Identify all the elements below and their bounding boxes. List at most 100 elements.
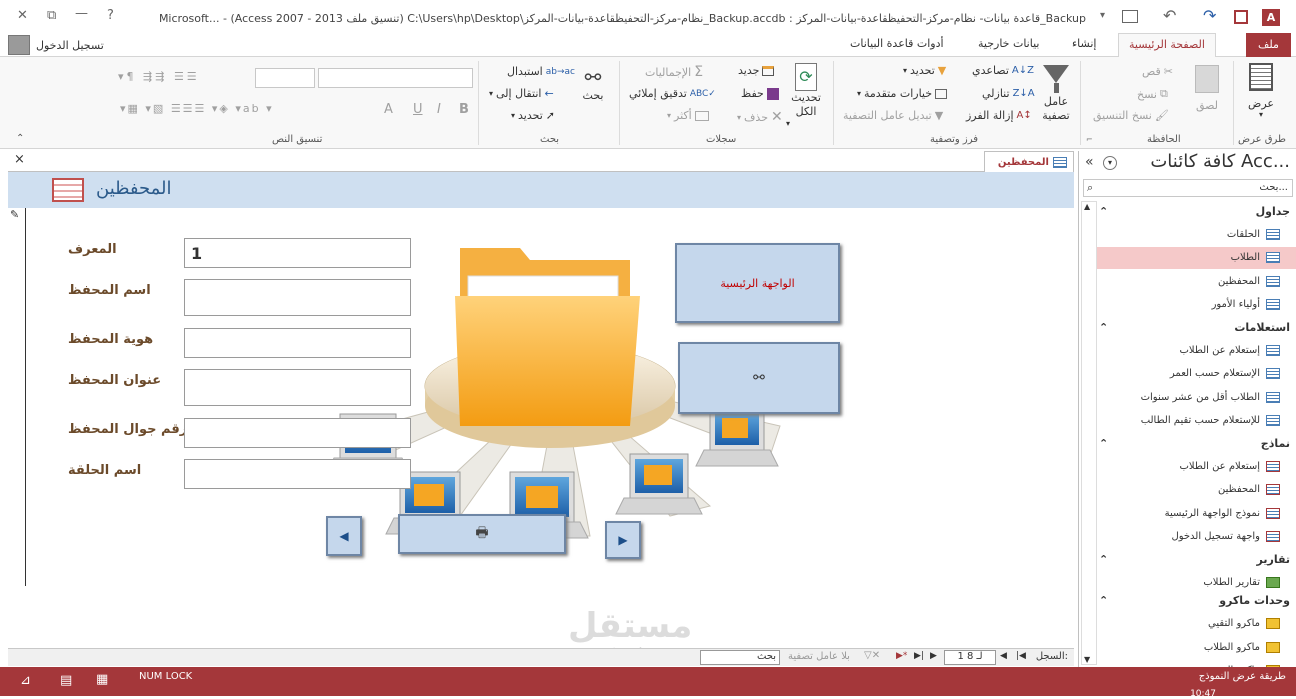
nav-group-header[interactable]: ⌃ نماذج	[1099, 433, 1290, 453]
advanced-filter-button[interactable]: ▾ خيارات متقدمة	[857, 87, 948, 100]
main-ui-button[interactable]: الواجهة الرئيسية	[675, 243, 840, 323]
login-label[interactable]: تسجيل الدخول	[36, 39, 104, 52]
nav-item[interactable]: ماكرو الطلاب	[1097, 636, 1296, 658]
redo-icon[interactable]: ↷	[1203, 6, 1216, 25]
font-color-button[interactable]: A	[384, 102, 393, 117]
format-painter-button[interactable]: نسخ التنسيق 🖌	[1093, 109, 1169, 122]
first-record-button[interactable]: |◀	[1016, 651, 1026, 661]
shutter-bar-button[interactable]: «	[1085, 154, 1094, 170]
tab-create[interactable]: إنشاء	[1072, 37, 1096, 50]
nav-group-header[interactable]: ⌃ وحدات ماكرو	[1099, 591, 1290, 611]
delete-record-button[interactable]: ▾ حذف ✕	[737, 109, 783, 125]
layout-view-icon[interactable]: ▤	[60, 673, 72, 688]
next-record-button[interactable]: ▶	[605, 521, 641, 559]
font-size-combo[interactable]	[255, 68, 315, 88]
nav-item[interactable]: نموذج الواجهة الرئيسية	[1097, 502, 1296, 524]
record-selector[interactable]: ✎	[8, 208, 26, 586]
search-form-button[interactable]: ⚯	[678, 342, 840, 414]
record-position-box[interactable]: 1 لـ 8	[944, 650, 996, 665]
field-id[interactable]: 1	[184, 238, 411, 268]
select-button[interactable]: ▾ تحديد ➚	[511, 109, 555, 122]
refresh-all-button[interactable]: ⟳ تحديث الكل ▾	[786, 63, 826, 128]
undo-icon[interactable]: ↶	[1163, 6, 1176, 25]
nav-item[interactable]: إستعلام عن الطلاب	[1097, 455, 1296, 477]
nav-item[interactable]: للإستعلام حسب تقيم الطالب	[1097, 410, 1296, 432]
field-circle[interactable]	[184, 459, 411, 489]
print-record-button[interactable]: 🖶	[398, 514, 566, 554]
filter-button[interactable]: عامل تصفية	[1036, 63, 1076, 123]
minimize-button[interactable]: —	[75, 6, 88, 21]
help-button[interactable]: ?	[107, 8, 114, 23]
search-placeholder: بحث...	[1259, 182, 1288, 193]
tab-muhaffizin-form[interactable]: المحفظين	[984, 151, 1074, 172]
nav-group-header[interactable]: ⌃ تقارير	[1099, 549, 1290, 569]
italic-button[interactable]: I	[437, 102, 441, 117]
form-view-icon[interactable]	[1122, 10, 1138, 23]
last-record-button[interactable]: ▶|	[914, 651, 924, 661]
field-name[interactable]	[184, 279, 411, 316]
collapse-ribbon-icon[interactable]: ⌃	[16, 133, 24, 144]
record-search-box[interactable]: بحث	[700, 650, 780, 665]
nav-menu-dropdown[interactable]: ▾	[1103, 156, 1117, 170]
save-icon[interactable]	[1234, 10, 1248, 24]
remove-sort-button[interactable]: إزالة الفرز A↕	[966, 109, 1032, 122]
nav-item[interactable]: المحفظين	[1097, 270, 1296, 292]
paste-button[interactable]: لصق	[1190, 65, 1224, 112]
field-identity[interactable]	[184, 328, 411, 358]
dialog-launcher-icon[interactable]: ⌐	[1086, 135, 1093, 144]
close-window-button[interactable]: ✕	[17, 8, 28, 23]
nav-scrollbar[interactable]: ▲ ▼	[1081, 201, 1097, 665]
view-button[interactable]: عرض ▾	[1244, 63, 1278, 119]
selection-filter-button[interactable]: ▾ تحديد ▼	[903, 64, 946, 77]
nav-group-header[interactable]: ⌃ جداول	[1099, 201, 1290, 221]
query-icon	[1266, 391, 1280, 403]
find-button[interactable]: ⚯ بحث	[578, 65, 608, 102]
customize-qat-icon[interactable]: ▾	[1100, 10, 1105, 21]
nav-item[interactable]: واجهة تسجيل الدخول	[1097, 526, 1296, 548]
nav-item[interactable]: الطلاب أقل من عشر سنوات	[1097, 386, 1296, 408]
close-document-button[interactable]: ×	[14, 152, 25, 167]
nav-item[interactable]: المحفظين	[1097, 479, 1296, 501]
nav-group-header[interactable]: ⌃ استعلامات	[1099, 317, 1290, 337]
field-address[interactable]	[184, 369, 411, 406]
tab-home[interactable]: الصفحة الرئيسية	[1118, 33, 1216, 58]
spelling-button[interactable]: تدقيق إملائي ABC✓	[629, 87, 716, 100]
tab-file[interactable]: ملف	[1246, 33, 1291, 57]
restore-button[interactable]: ⧉	[47, 8, 56, 23]
tab-external-data[interactable]: بيانات خارجية	[978, 37, 1039, 50]
no-filter-label[interactable]: بلا عامل تصفية	[788, 651, 850, 662]
toggle-filter-button[interactable]: تبديل عامل التصفية ▼	[843, 109, 943, 122]
nav-search-box[interactable]: ⌕ بحث...	[1083, 179, 1293, 197]
bold-button[interactable]: B	[459, 102, 469, 117]
form-view-status-icon[interactable]: ▦	[96, 672, 108, 687]
nav-group-label: نماذج	[1260, 436, 1290, 450]
copy-button[interactable]: نسخ ⧉	[1137, 87, 1168, 101]
save-record-button[interactable]: حفظ	[741, 87, 779, 100]
access-app-icon[interactable]: A	[1262, 9, 1280, 26]
underline-button[interactable]: U	[413, 102, 423, 117]
nav-item[interactable]: ماكرو التقيي	[1097, 613, 1296, 635]
goto-button[interactable]: ▾ انتقال إلى ←	[489, 87, 554, 100]
design-view-icon[interactable]: ⊿	[20, 673, 31, 688]
prev-record-nav-button[interactable]: ◀	[1000, 651, 1007, 661]
new-record-button[interactable]: جديد	[738, 64, 775, 77]
nav-item[interactable]: أولياء الأمور	[1097, 294, 1296, 316]
replace-button[interactable]: استبدال ab→ac	[507, 65, 575, 78]
nav-item[interactable]: الحلقات	[1097, 223, 1296, 245]
cut-button[interactable]: قص ✂	[1142, 65, 1173, 78]
more-button[interactable]: ▾ أكثر	[667, 109, 709, 122]
field-mobile[interactable]	[184, 418, 411, 448]
nav-item[interactable]: الطلاب	[1097, 246, 1296, 269]
totals-button[interactable]: الإجماليات Σ	[645, 64, 703, 80]
new-record-nav-button[interactable]: ▶*	[896, 651, 907, 661]
next-record-nav-button[interactable]: ▶	[930, 651, 937, 661]
tab-database-tools[interactable]: أدوات قاعدة البيانات	[850, 37, 944, 50]
nav-item[interactable]: الإستعلام حسب العمر	[1097, 363, 1296, 385]
previous-record-button[interactable]: ◀	[326, 516, 362, 556]
sort-descending-button[interactable]: تنازلي Z↓A	[982, 87, 1035, 100]
login-area[interactable]: تسجيل الدخول	[8, 35, 104, 55]
font-name-combo[interactable]	[318, 68, 473, 88]
sort-ascending-button[interactable]: تصاعدي A↓Z	[972, 64, 1034, 77]
nav-item[interactable]: إستعلام عن الطلاب	[1097, 339, 1296, 361]
nav-item-label: إستعلام عن الطلاب	[1179, 344, 1260, 356]
